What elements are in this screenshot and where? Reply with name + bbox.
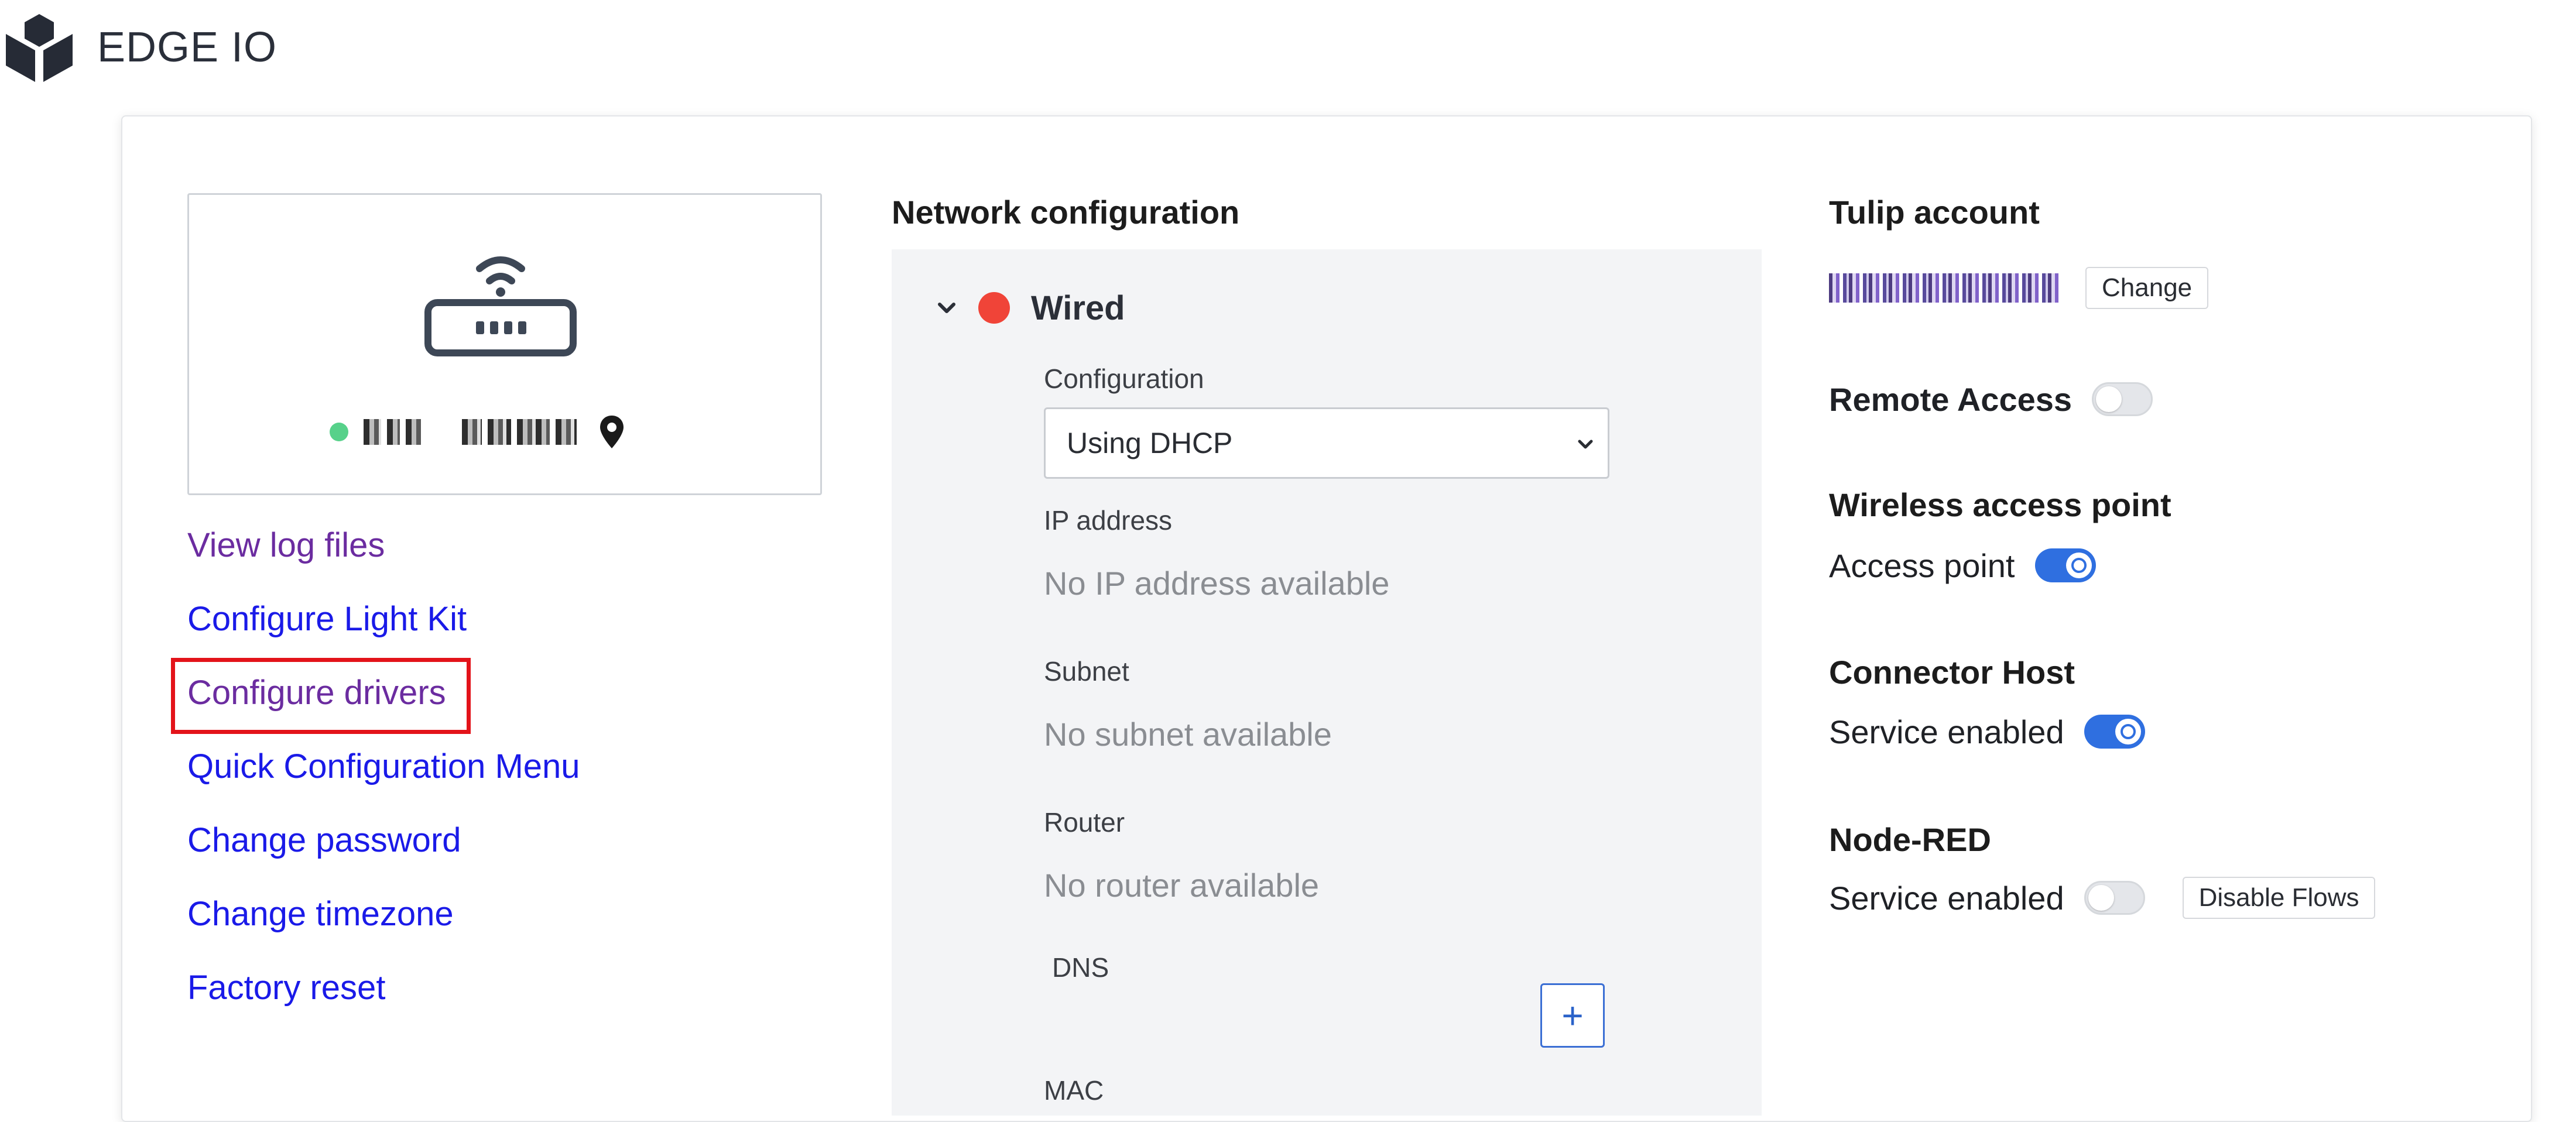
toggle-knob (2096, 386, 2122, 412)
factory-reset-link[interactable]: Factory reset (187, 969, 831, 1043)
device-name-redacted (364, 418, 583, 446)
router-value: No router available (1044, 867, 1320, 904)
status-online-indicator (330, 423, 348, 441)
disable-flows-button[interactable]: Disable Flows (2182, 877, 2376, 919)
change-account-button[interactable]: Change (2085, 267, 2209, 309)
interface-label: Wired (1031, 289, 1125, 327)
access-point-label: Access point (1829, 547, 2015, 584)
device-actions-list: View log files Configure Light Kit Confi… (187, 527, 831, 1043)
ip-address-label: IP address (1044, 505, 1173, 536)
account-name-redacted (1829, 273, 2060, 303)
node-red-title: Node-RED (1829, 821, 1991, 858)
highlight-annotation-box (171, 658, 471, 734)
tulip-account-title: Tulip account (1829, 194, 2040, 231)
connector-host-toggle[interactable] (2084, 715, 2145, 749)
configuration-label: Configuration (1044, 363, 1204, 394)
change-password-link[interactable]: Change password (187, 822, 831, 895)
remote-access-title: Remote Access (1829, 380, 2073, 418)
chevron-down-icon (1578, 440, 1593, 449)
router-wifi-icon (424, 256, 577, 356)
remote-access-toggle[interactable] (2092, 382, 2153, 416)
wireless-access-point-title: Wireless access point (1829, 486, 2171, 523)
mac-label: MAC (1044, 1075, 1104, 1106)
configuration-selected-value: Using DHCP (1067, 427, 1233, 459)
top-bar: EDGE IO (0, 0, 2576, 105)
router-label: Router (1044, 807, 1125, 838)
dns-label: DNS (1052, 952, 1109, 983)
device-card (187, 193, 822, 495)
toggle-knob (2088, 885, 2114, 911)
connector-host-service-label: Service enabled (1829, 713, 2064, 750)
connector-host-title: Connector Host (1829, 654, 2075, 691)
subnet-label: Subnet (1044, 656, 1129, 687)
change-timezone-link[interactable]: Change timezone (187, 895, 831, 969)
interface-status-indicator (978, 292, 1010, 324)
access-point-row: Access point (1829, 542, 2096, 589)
configuration-select[interactable]: Using DHCP (1044, 407, 1609, 479)
view-log-files-link[interactable]: View log files (187, 527, 831, 601)
network-panel: Wired Configuration Using DHCP IP addres… (892, 249, 1762, 1116)
node-red-service-label: Service enabled (1829, 879, 2064, 917)
quick-configuration-menu-link[interactable]: Quick Configuration Menu (187, 748, 831, 822)
chevron-down-icon[interactable] (933, 294, 961, 322)
app-title: EDGE IO (97, 24, 278, 71)
location-pin-icon[interactable] (598, 414, 626, 450)
toggle-knob (2115, 719, 2141, 744)
network-config-title: Network configuration (892, 194, 1240, 231)
access-point-toggle[interactable] (2034, 548, 2096, 582)
add-dns-button[interactable]: + (1540, 983, 1605, 1048)
tulip-logo-icon[interactable] (5, 11, 74, 85)
toggle-knob (2065, 553, 2092, 578)
tulip-account-row: Change (1829, 266, 2209, 310)
subnet-value: No subnet available (1044, 716, 1332, 753)
node-red-toggle[interactable] (2084, 881, 2145, 915)
wired-interface-header[interactable]: Wired (933, 284, 1125, 331)
ip-address-value: No IP address available (1044, 565, 1390, 602)
connector-host-row: Service enabled (1829, 708, 2145, 755)
device-status (330, 411, 626, 452)
remote-access-row: Remote Access (1829, 376, 2153, 423)
node-red-row: Service enabled Disable Flows (1829, 874, 2376, 921)
